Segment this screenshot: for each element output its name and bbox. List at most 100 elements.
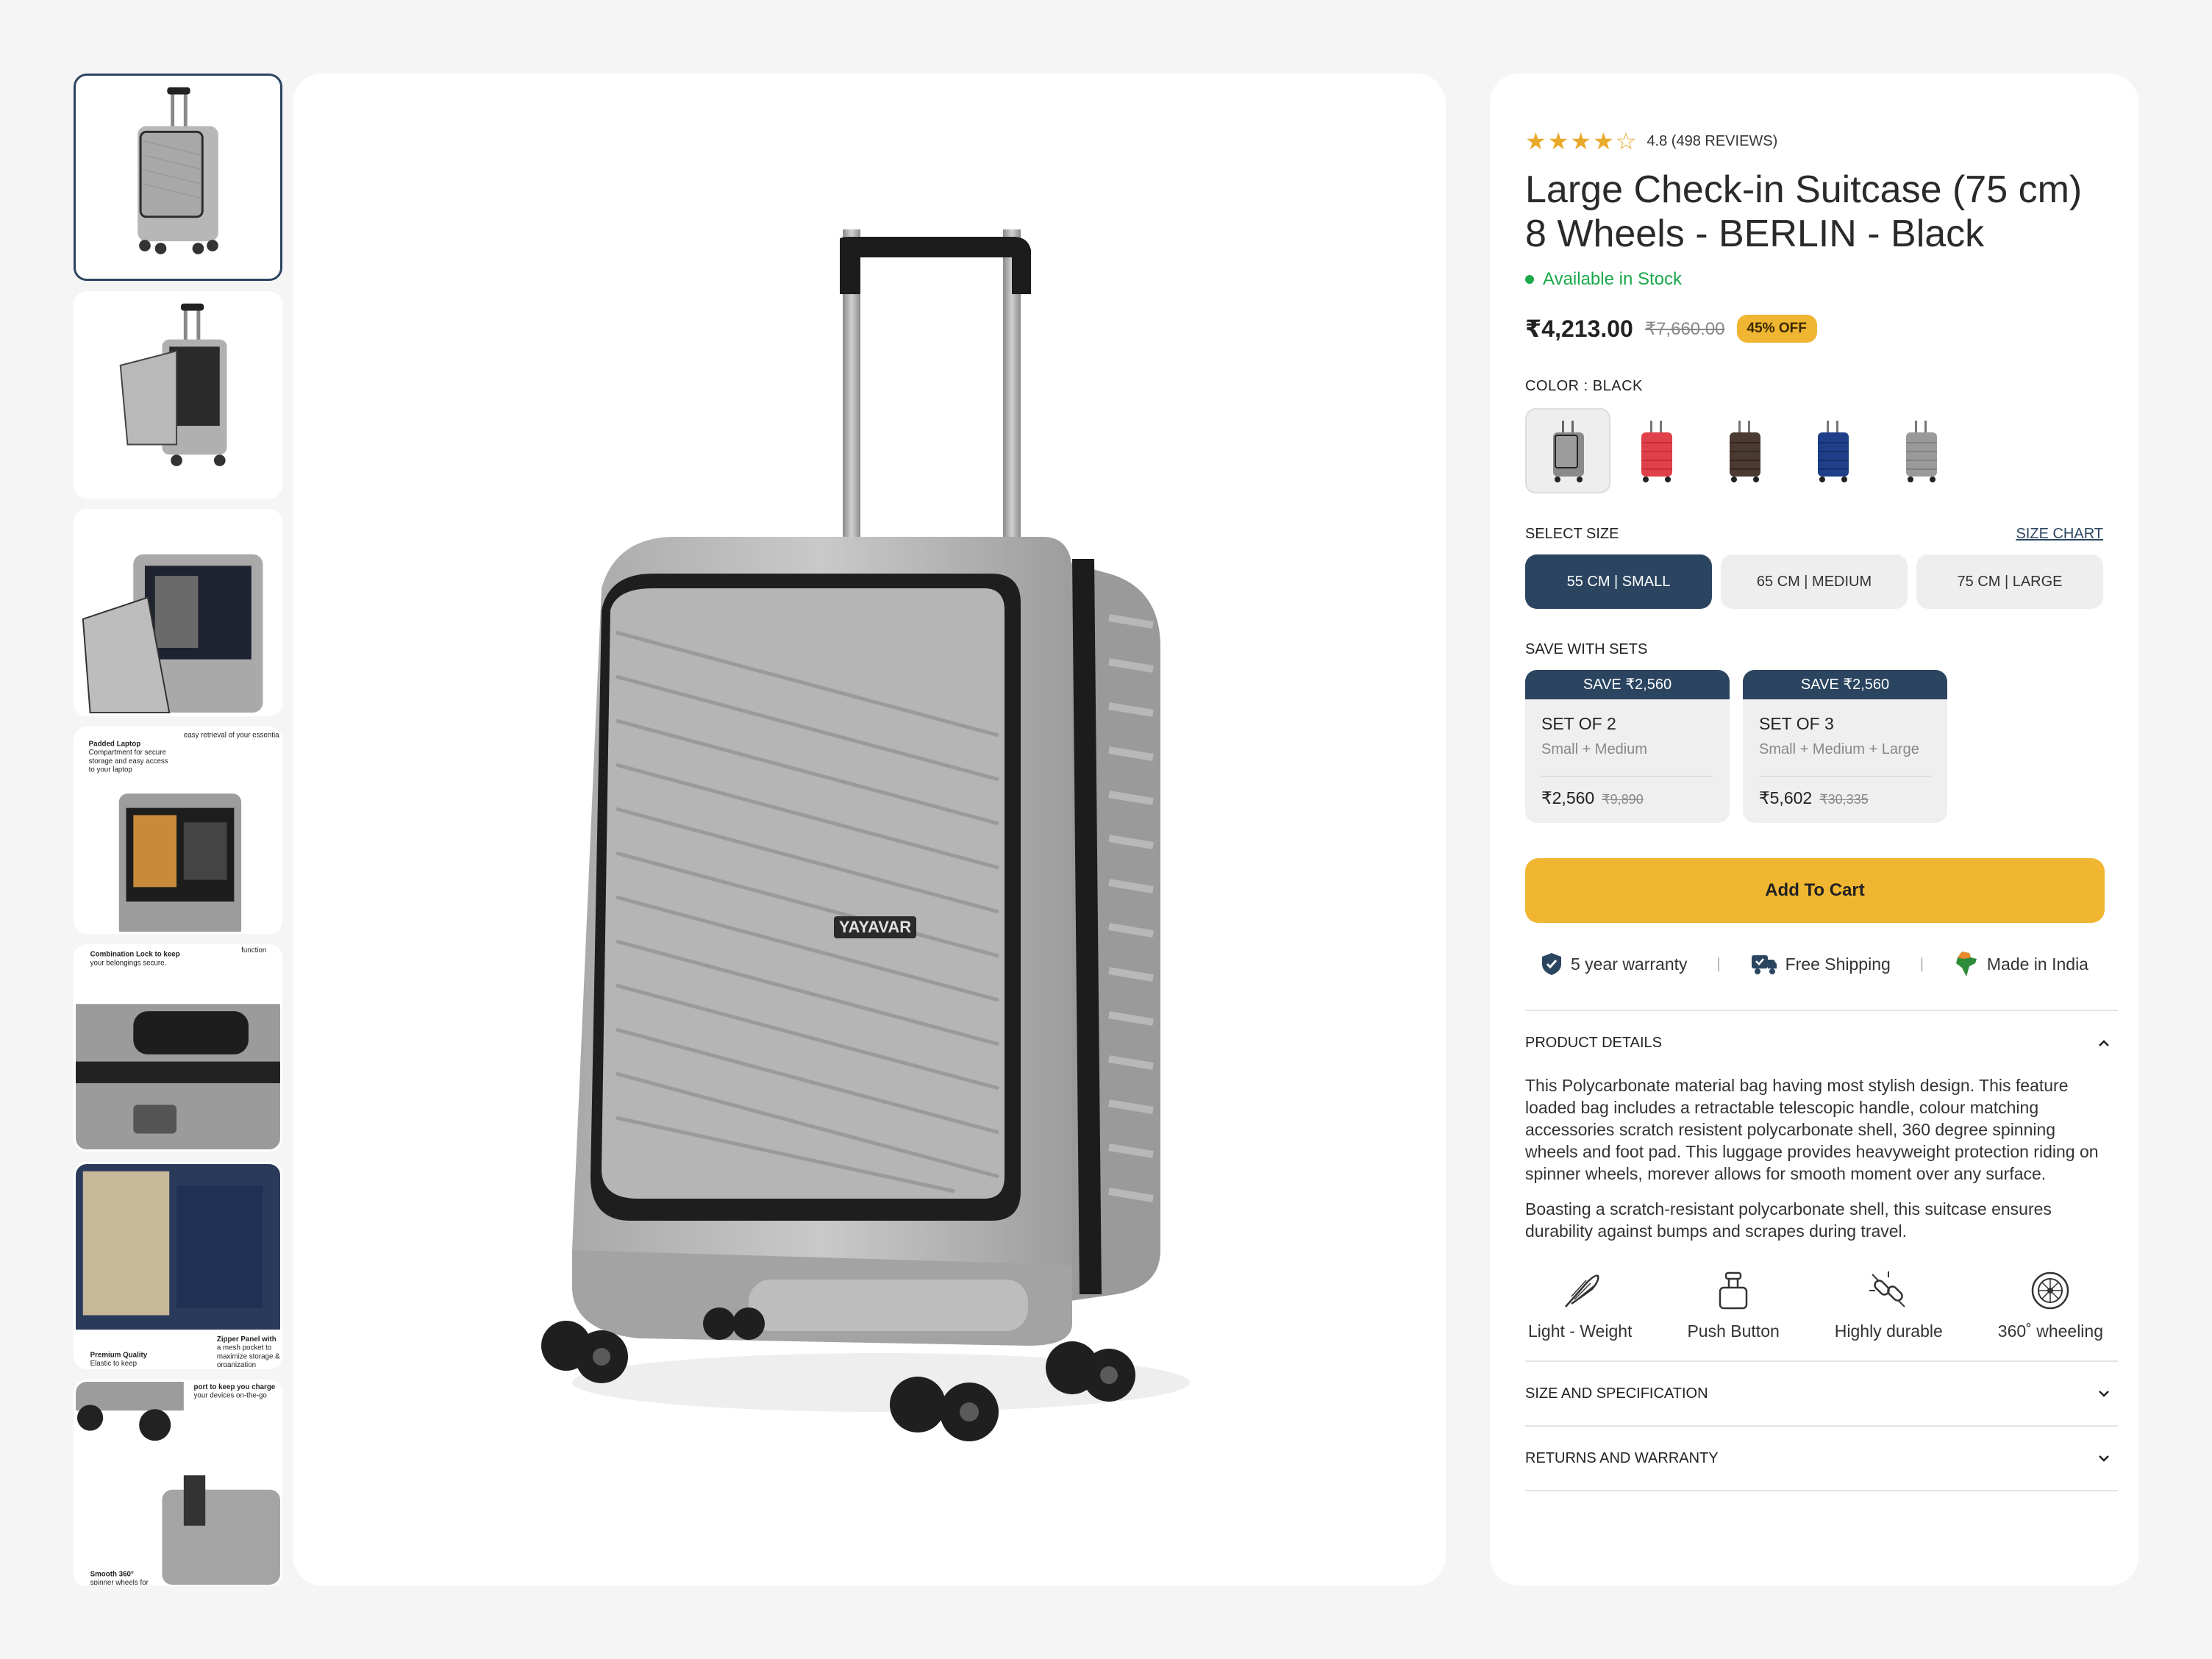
suitcase-brown-icon <box>1730 421 1760 482</box>
set-subtitle: Small + Medium <box>1541 741 1647 757</box>
set-card-2[interactable]: SAVE ₹2,560 SET OF 2 Small + Medium ₹2,5… <box>1525 670 1730 823</box>
stock-dot-icon <box>1525 275 1534 284</box>
discount-badge: 45% OFF <box>1736 315 1817 343</box>
add-to-cart-button[interactable]: Add To Cart <box>1525 858 2105 923</box>
suitcase-illustration: YAYAVAR <box>541 229 1190 1441</box>
set-original-price: ₹9,890 <box>1602 792 1644 807</box>
description-paragraph: Boasting a scratch-resistant polycarbona… <box>1525 1199 2052 1241</box>
svg-text:easy retrieval of your essenti: easy retrieval of your essentials <box>184 732 280 740</box>
feature-callout-thumbnail-image: Padded Laptop Compartment for secure sto… <box>89 732 280 932</box>
highlight-360-wheeling: 360˚ wheeling <box>1998 1269 2103 1341</box>
durable-link-icon <box>1869 1271 1905 1307</box>
wheels-usb-thumbnail-image: port to keep you charge your devices on-… <box>76 1382 280 1585</box>
save-with-sets-label: SAVE WITH SETS <box>1525 641 1648 657</box>
interior-thumbnail-image: Premium Quality Elastic to keep Zipper P… <box>76 1164 280 1367</box>
wheel-icon <box>2032 1271 2069 1310</box>
size-chart-link[interactable]: SIZE CHART <box>2016 526 2103 543</box>
svg-text:to your laptop: to your laptop <box>89 766 133 774</box>
color-swatch-brown[interactable] <box>1702 408 1787 493</box>
feature-label: Free Shipping <box>1785 954 1891 974</box>
color-swatch-silver[interactable] <box>1878 408 1963 493</box>
accordion-returns-warranty[interactable]: RETURNS AND WARRANTY <box>1525 1427 2118 1490</box>
size-option-large[interactable]: 75 CM | LARGE <box>1916 554 2103 609</box>
set-title: SET OF 2 <box>1541 714 1616 733</box>
color-swatches <box>1525 408 2103 493</box>
suitcase-blue-icon <box>1818 421 1849 482</box>
svg-text:your devices on-the-go: your devices on-the-go <box>194 1392 268 1400</box>
highlight-durable: Highly durable <box>1835 1269 1943 1341</box>
size-option-small[interactable]: 55 CM | SMALL <box>1525 554 1712 609</box>
svg-text:Premium Quality: Premium Quality <box>90 1351 148 1359</box>
set-title: SET OF 3 <box>1759 714 1834 733</box>
thumbnail-front-view[interactable] <box>74 74 282 281</box>
accordion-title: PRODUCT DETAILS <box>1525 1034 1662 1051</box>
feature-shipping: Free Shipping <box>1750 952 1891 976</box>
lock-thumbnail-image: Combination Lock to keep your belongings… <box>76 946 280 1149</box>
accordion-size-specification[interactable]: SIZE AND SPECIFICATION <box>1525 1362 2118 1425</box>
svg-text:spinner wheels for: spinner wheels for <box>90 1579 149 1585</box>
shield-check-icon <box>1542 953 1561 975</box>
main-product-image[interactable]: YAYAVAR <box>293 74 1446 1585</box>
set-price: ₹2,560 <box>1541 788 1595 807</box>
thumbnail-open-front-view[interactable] <box>74 291 282 499</box>
svg-text:Elastic to keep: Elastic to keep <box>90 1360 138 1367</box>
svg-text:Padded Laptop: Padded Laptop <box>89 740 141 748</box>
stock-text: Available in Stock <box>1543 269 1682 289</box>
rating-row[interactable]: ★★★★☆ 4.8 (498 REVIEWS) <box>1525 125 2103 157</box>
thumbnail-lock-view[interactable]: Combination Lock to keep your belongings… <box>74 944 282 1152</box>
section-divider <box>1525 1490 2118 1491</box>
suitcase-silver-icon <box>1906 421 1937 482</box>
thumbnail-laptop-compartment-view[interactable] <box>74 509 282 716</box>
product-title: Large Check-in Suitcase (75 cm) 8 Wheels… <box>1525 168 2083 255</box>
original-price: ₹7,660.00 <box>1644 318 1725 339</box>
feature-warranty: 5 year warranty <box>1540 952 1688 977</box>
laptop-compartment-thumbnail-image <box>82 554 263 714</box>
svg-text:Combination Lock to keep: Combination Lock to keep <box>90 951 180 959</box>
product-info-panel: ★★★★☆ 4.8 (498 REVIEWS) Large Check-in S… <box>1490 74 2138 1585</box>
svg-text:organization: organization <box>217 1361 256 1367</box>
size-option-medium[interactable]: 65 CM | MEDIUM <box>1721 554 1908 609</box>
highlight-icons: Light - Weight Push Button Highly durabl… <box>1525 1269 2106 1341</box>
color-swatch-blue[interactable] <box>1790 408 1875 493</box>
description-paragraph: This Polycarbonate material bag having m… <box>1525 1076 2099 1183</box>
color-swatch-black-silver[interactable] <box>1525 408 1610 493</box>
set-subtitle: Small + Medium + Large <box>1759 741 1919 757</box>
select-size-label: SELECT SIZE <box>1525 526 1619 542</box>
feature-made-in-india: Made in India <box>1953 950 2088 978</box>
chevron-down-icon <box>2099 1455 2109 1462</box>
thumbnail-strip: Padded Laptop Compartment for secure sto… <box>74 74 282 1585</box>
set-price: ₹5,602 <box>1759 788 1813 807</box>
accordion-title: SIZE AND SPECIFICATION <box>1525 1385 1708 1402</box>
color-swatch-red[interactable] <box>1613 408 1699 493</box>
rating-stars-icon: ★★★★☆ <box>1525 128 1638 154</box>
suitcase-red-icon <box>1641 421 1672 482</box>
svg-text:your belongings secure.: your belongings secure. <box>90 959 167 967</box>
svg-text:Smooth 360°: Smooth 360° <box>90 1570 134 1578</box>
thumbnail-feature-callout-view[interactable]: Padded Laptop Compartment for secure sto… <box>74 727 282 934</box>
current-price: ₹4,213.00 <box>1525 315 1633 342</box>
product-description: This Polycarbonate material bag having m… <box>1525 1074 2106 1242</box>
highlight-label: Highly durable <box>1834 1321 1943 1341</box>
india-map-icon <box>1955 952 1977 977</box>
accordion-title: RETURNS AND WARRANTY <box>1525 1449 1719 1466</box>
feature-badges: 5 year warranty | Free Shipping | Made i… <box>1525 943 2103 985</box>
accordion-product-details[interactable]: PRODUCT DETAILS <box>1525 1011 2118 1074</box>
svg-text:Zipper Panel with: Zipper Panel with <box>217 1335 276 1344</box>
set-card-3[interactable]: SAVE ₹2,560 SET OF 3 Small + Medium + La… <box>1743 670 1947 823</box>
svg-text:Compartment for secure: Compartment for secure <box>89 749 166 757</box>
feature-separator: | <box>1919 955 1924 972</box>
feature-label: 5 year warranty <box>1571 954 1688 974</box>
set-save-badge: SAVE ₹2,560 <box>1743 670 1947 699</box>
highlight-push-button: Push Button <box>1687 1269 1780 1341</box>
rating-text: 4.8 (498 REVIEWS) <box>1646 132 1778 149</box>
highlight-label: Push Button <box>1687 1321 1780 1341</box>
thumbnail-interior-view[interactable]: Premium Quality Elastic to keep Zipper P… <box>74 1162 282 1369</box>
trolley-handle-icon <box>1719 1271 1748 1310</box>
highlight-label: Light - Weight <box>1528 1321 1633 1341</box>
set-original-price: ₹30,335 <box>1819 792 1869 807</box>
svg-text:maximize storage &: maximize storage & <box>217 1352 280 1360</box>
thumbnail-wheels-usb-view[interactable]: port to keep you charge your devices on-… <box>74 1380 282 1585</box>
brand-label: YAYAVAR <box>839 918 911 936</box>
set-divider <box>1759 776 1931 777</box>
stock-status: Available in Stock <box>1525 269 2103 290</box>
